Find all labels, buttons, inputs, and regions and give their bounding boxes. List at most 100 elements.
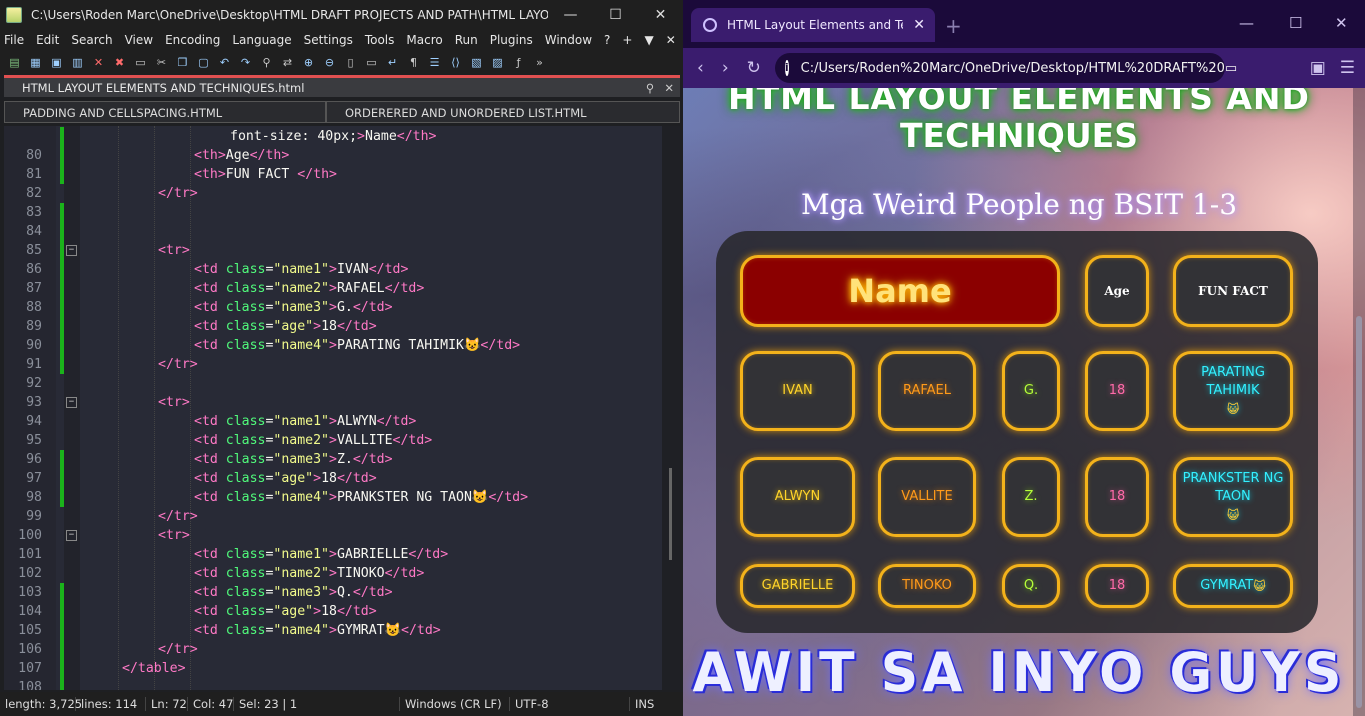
show-all-chars-icon[interactable]: ¶ bbox=[405, 54, 422, 70]
reload-icon[interactable]: ↻ bbox=[747, 58, 761, 78]
code-line[interactable]: 105 <td class="name4">GYMRAT😺</td> bbox=[4, 621, 664, 640]
tab-close-icon[interactable]: ✕ bbox=[664, 81, 674, 95]
cut-icon[interactable]: ✂ bbox=[153, 54, 170, 70]
code-line[interactable]: 85 − <tr> bbox=[4, 241, 664, 260]
menu-search[interactable]: Search bbox=[71, 33, 112, 47]
tab-padding-cellspacing[interactable]: PADDING AND CELLSPACING.HTML bbox=[4, 101, 326, 123]
print-icon[interactable]: ▭ bbox=[132, 54, 149, 70]
menu-plugins[interactable]: Plugins bbox=[490, 33, 533, 47]
close-file-icon[interactable]: ✕ bbox=[90, 54, 107, 70]
function-list-icon[interactable]: ƒ bbox=[510, 54, 527, 70]
replace-icon[interactable]: ⇄ bbox=[279, 54, 296, 70]
new-tab-button[interactable]: + bbox=[945, 14, 962, 38]
menu-file[interactable]: File bbox=[4, 33, 24, 47]
toolbar-overflow-icon[interactable]: » bbox=[531, 54, 548, 70]
save-all-icon[interactable]: ▥ bbox=[69, 54, 86, 70]
browser-minimize-button[interactable]: — bbox=[1239, 14, 1254, 32]
site-info-icon[interactable]: i bbox=[784, 60, 789, 76]
undo-icon[interactable]: ↶ bbox=[216, 54, 233, 70]
address-bar[interactable]: i C:/Users/Roden%20Marc/OneDrive/Desktop… bbox=[774, 53, 1237, 83]
menu-settings[interactable]: Settings bbox=[304, 33, 353, 47]
folder-workspace-icon[interactable]: ▨ bbox=[489, 54, 506, 70]
copy-icon[interactable]: ❐ bbox=[174, 54, 191, 70]
status-encoding[interactable]: UTF-8 bbox=[510, 697, 630, 711]
paste-icon[interactable]: ▢ bbox=[195, 54, 212, 70]
code-line[interactable]: 80 <th>Age</th> bbox=[4, 146, 664, 165]
back-icon[interactable]: ‹ bbox=[697, 58, 704, 78]
status-eol[interactable]: Windows (CR LF) bbox=[400, 697, 510, 711]
code-line[interactable]: 108 bbox=[4, 678, 664, 690]
tab-close-icon[interactable]: ✕ bbox=[913, 17, 925, 33]
close-button[interactable]: ✕ bbox=[638, 0, 683, 30]
code-line[interactable]: 95 <td class="name2">VALLITE</td> bbox=[4, 431, 664, 450]
menu-dropdown[interactable]: ▼ bbox=[644, 33, 653, 47]
editor-scrollbar[interactable] bbox=[662, 126, 680, 690]
status-ins[interactable]: INS bbox=[630, 697, 659, 711]
menu-add[interactable]: + bbox=[622, 33, 632, 47]
sync-v-icon[interactable]: ▯ bbox=[342, 54, 359, 70]
code-line[interactable]: 87 <td class="name2">RAFAEL</td> bbox=[4, 279, 664, 298]
code-line[interactable]: 91 </tr> bbox=[4, 355, 664, 374]
fold-toggle-icon[interactable]: − bbox=[66, 397, 77, 408]
menu-tools[interactable]: Tools bbox=[365, 33, 395, 47]
code-line[interactable]: 86 <td class="name1">IVAN</td> bbox=[4, 260, 664, 279]
new-file-icon[interactable]: ▤ bbox=[6, 54, 23, 70]
menu-encoding[interactable]: Encoding bbox=[165, 33, 220, 47]
tab-active-file[interactable]: HTML LAYOUT ELEMENTS AND TECHNIQUES.html… bbox=[4, 75, 680, 97]
code-line[interactable]: 98 <td class="name4">PRANKSTER NG TAON😺</… bbox=[4, 488, 664, 507]
forward-icon[interactable]: › bbox=[722, 58, 729, 78]
code-line[interactable]: 93 − <tr> bbox=[4, 393, 664, 412]
code-line[interactable]: font-size: 40px;>Name</th> bbox=[4, 127, 664, 146]
minimize-button[interactable]: — bbox=[548, 0, 593, 30]
page-scroll-thumb[interactable] bbox=[1356, 316, 1362, 708]
browser-close-button[interactable]: ✕ bbox=[1335, 14, 1348, 32]
sync-h-icon[interactable]: ▭ bbox=[363, 54, 380, 70]
code-line[interactable]: 94 <td class="name1">ALWYN</td> bbox=[4, 412, 664, 431]
code-line[interactable]: 101 <td class="name1">GABRIELLE</td> bbox=[4, 545, 664, 564]
browser-tab[interactable]: HTML Layout Elements and Techn ✕ bbox=[691, 8, 935, 42]
close-all-icon[interactable]: ✖ bbox=[111, 54, 128, 70]
url-text[interactable]: C:/Users/Roden%20Marc/OneDrive/Desktop/H… bbox=[801, 61, 1225, 76]
code-line[interactable]: 89 <td class="age">18</td> bbox=[4, 317, 664, 336]
menu-close[interactable]: ✕ bbox=[666, 33, 676, 47]
code-line[interactable]: 103 <td class="name3">Q.</td> bbox=[4, 583, 664, 602]
code-line[interactable]: 84 bbox=[4, 222, 664, 241]
code-line[interactable]: 100 − <tr> bbox=[4, 526, 664, 545]
code-line[interactable]: 106 </tr> bbox=[4, 640, 664, 659]
indent-guide-icon[interactable]: ☰ bbox=[426, 54, 443, 70]
code-line[interactable]: 92 bbox=[4, 374, 664, 393]
word-wrap-icon[interactable]: ↵ bbox=[384, 54, 401, 70]
find-icon[interactable]: ⚲ bbox=[258, 54, 275, 70]
code-line[interactable]: 104 <td class="age">18</td> bbox=[4, 602, 664, 621]
lang-html-icon[interactable]: ⟨⟩ bbox=[447, 54, 464, 70]
menu-view[interactable]: View bbox=[125, 33, 153, 47]
browser-maximize-button[interactable]: ☐ bbox=[1289, 14, 1302, 32]
profile-icon[interactable]: ▣ bbox=[1310, 58, 1326, 78]
pin-icon[interactable]: ⚲ bbox=[646, 81, 654, 95]
menu-icon[interactable]: ☰ bbox=[1340, 58, 1355, 78]
menu-edit[interactable]: Edit bbox=[36, 33, 59, 47]
maximize-button[interactable]: ☐ bbox=[593, 0, 638, 30]
code-line[interactable]: 99 </tr> bbox=[4, 507, 664, 526]
redo-icon[interactable]: ↷ bbox=[237, 54, 254, 70]
tab-ordered-unordered[interactable]: ORDERERED AND UNORDERED LIST.HTML bbox=[326, 101, 680, 123]
code-line[interactable]: 82 </tr> bbox=[4, 184, 664, 203]
reader-view-icon[interactable]: ▭ bbox=[1225, 61, 1237, 76]
code-line[interactable]: 97 <td class="age">18</td> bbox=[4, 469, 664, 488]
code-line[interactable]: 83 bbox=[4, 203, 664, 222]
fold-toggle-icon[interactable]: − bbox=[66, 245, 77, 256]
code-editor[interactable]: font-size: 40px;>Name</th> 80 <th>Age</th>… bbox=[4, 126, 680, 690]
code-line[interactable]: 88 <td class="name3">G.</td> bbox=[4, 298, 664, 317]
menu-macro[interactable]: Macro bbox=[406, 33, 442, 47]
fold-toggle-icon[interactable]: − bbox=[66, 530, 77, 541]
code-line[interactable]: 96 <td class="name3">Z.</td> bbox=[4, 450, 664, 469]
code-line[interactable]: 107 </table> bbox=[4, 659, 664, 678]
code-line[interactable]: 102 <td class="name2">TINOKO</td> bbox=[4, 564, 664, 583]
code-line[interactable]: 90 <td class="name4">PARATING TAHIMIK😺</t… bbox=[4, 336, 664, 355]
open-file-icon[interactable]: ▦ bbox=[27, 54, 44, 70]
editor-scroll-thumb[interactable] bbox=[669, 468, 672, 560]
menu-help[interactable]: ? bbox=[604, 33, 610, 47]
code-line[interactable]: 81 <th>FUN FACT </th> bbox=[4, 165, 664, 184]
page-viewport[interactable]: HTML LAYOUT ELEMENTS AND TECHNIQUES Mga … bbox=[683, 88, 1365, 716]
zoom-out-icon[interactable]: ⊖ bbox=[321, 54, 338, 70]
